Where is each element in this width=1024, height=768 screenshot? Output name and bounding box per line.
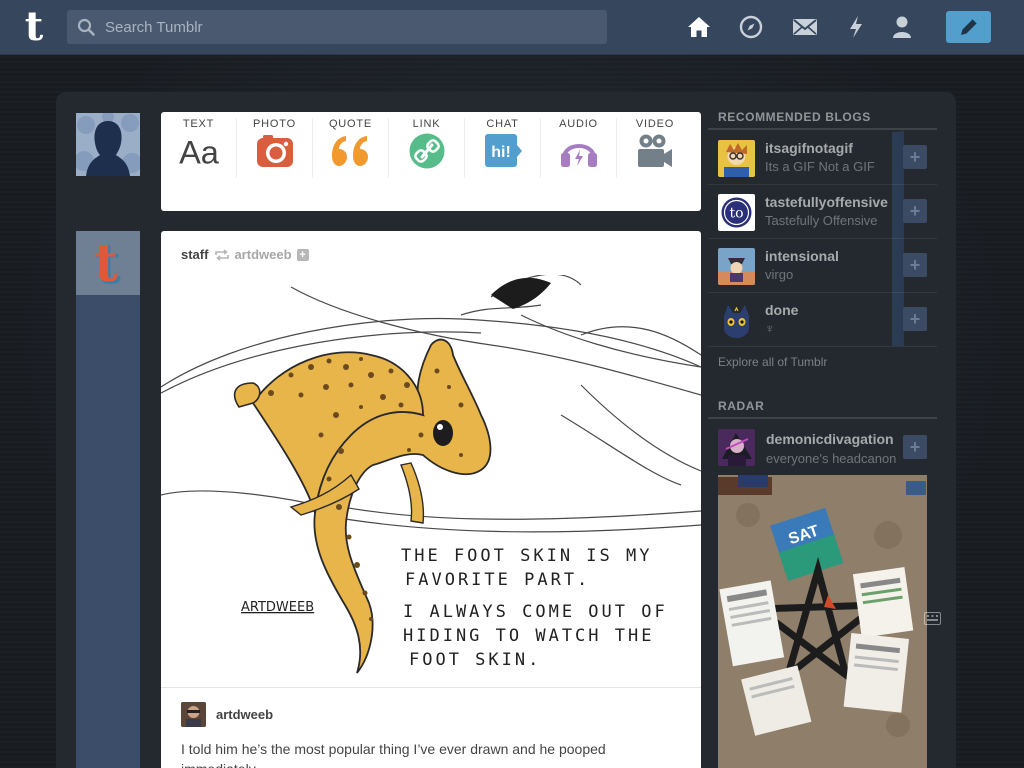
recommended-blog-item[interactable]: itsagifnotagif Its a GIF Not a GIF + — [708, 131, 937, 185]
inbox-mail-icon[interactable] — [792, 14, 818, 40]
svg-text:Aa: Aa — [179, 134, 220, 168]
camera-icon — [253, 132, 297, 170]
blog-description: Tastefully Offensive — [765, 213, 878, 228]
blog-avatar[interactable] — [718, 140, 755, 177]
post-type-label: LINK — [412, 118, 441, 130]
post-divider — [161, 687, 701, 688]
blog-name: itsagifnotagif — [765, 140, 853, 156]
post-header: staff artdweeb + — [181, 247, 309, 262]
compose-post-button[interactable] — [946, 11, 991, 43]
search-input[interactable] — [105, 18, 585, 36]
keyboard-shortcuts-icon[interactable] — [924, 612, 941, 630]
blog-avatar[interactable] — [718, 302, 755, 339]
post-type-label: PHOTO — [253, 118, 296, 130]
svg-text:t: t — [94, 235, 118, 291]
blog-avatar[interactable]: to — [718, 194, 755, 231]
recommended-blog-item[interactable]: to tastefullyoffensive Tastefully Offens… — [708, 185, 937, 239]
follow-blog-button[interactable]: + — [903, 435, 927, 459]
blog-avatar[interactable] — [718, 248, 755, 285]
staff-avatar[interactable]: t t — [76, 231, 140, 295]
radar-blog-item[interactable]: demonicdivagation everyone's headcanon + — [708, 425, 937, 471]
tumblr-logo-icon: t — [25, 6, 44, 48]
dashboard-post: staff artdweeb + THE FOOT SKIN IS MY FAV… — [161, 231, 701, 768]
account-person-icon[interactable] — [889, 14, 915, 40]
text-aa-icon: Aa — [177, 132, 221, 170]
gecko-illustration: THE FOOT SKIN IS MY FAVORITE PART. I ALW… — [161, 273, 701, 687]
activity-lightning-icon[interactable] — [843, 14, 869, 40]
sidebar-divider — [708, 128, 937, 130]
art-caption-line: HIDING TO WATCH THE — [403, 626, 654, 646]
post-type-audio-button[interactable]: AUDIO — [541, 118, 617, 178]
art-caption-line: THE FOOT SKIN IS MY — [401, 546, 652, 566]
blog-name: tastefullyoffensive — [765, 194, 888, 210]
search-box[interactable] — [67, 10, 607, 44]
reblogged-from-link[interactable]: artdweeb — [234, 247, 291, 262]
tumblr-logo[interactable]: t — [16, 6, 52, 48]
default-avatar-silhouette-icon — [76, 113, 140, 176]
search-icon — [77, 18, 95, 36]
art-signature: ARTDWEEB — [241, 600, 314, 615]
sidebar-divider — [708, 417, 937, 419]
post-photo[interactable]: THE FOOT SKIN IS MY FAVORITE PART. I ALW… — [161, 273, 701, 687]
radar-blog-name: demonicdivagation — [766, 431, 894, 447]
post-type-text-button[interactable]: TEXT Aa — [161, 118, 237, 178]
post-type-chat-button[interactable]: CHAT hi! — [465, 118, 541, 178]
my-blog-avatar[interactable] — [76, 113, 140, 176]
post-author-link[interactable]: staff — [181, 247, 208, 262]
follow-plus-button[interactable]: + — [296, 248, 309, 261]
blog-description: ♆ — [765, 321, 775, 336]
svg-text:to: to — [729, 206, 743, 222]
blog-name: intensional — [765, 248, 839, 264]
post-source: artdweeb — [181, 702, 273, 727]
explore-compass-icon[interactable] — [738, 14, 764, 40]
blog-name: done — [765, 302, 799, 318]
source-blog-link[interactable]: artdweeb — [216, 707, 273, 722]
radar-post-image[interactable]: SAT — [718, 475, 927, 768]
recommended-blog-item[interactable]: done ♆ + — [708, 293, 937, 347]
blog-description: virgo — [765, 267, 794, 282]
post-avatar-column — [76, 231, 140, 768]
follow-blog-button[interactable]: + — [903, 145, 927, 169]
radar-photo: SAT — [718, 475, 927, 768]
follow-blog-button[interactable]: + — [903, 307, 927, 331]
post-body-text: I told him he’s the most popular thing I… — [181, 741, 606, 768]
post-type-label: QUOTE — [328, 118, 373, 130]
art-caption-line: FAVORITE PART. — [405, 570, 590, 590]
video-camera-icon — [633, 132, 677, 170]
quote-icon — [329, 132, 373, 170]
staff-tumblr-logo-icon: t t — [94, 235, 121, 291]
svg-text:hi!: hi! — [491, 144, 511, 161]
radar-blog-description: everyone's headcanon — [766, 451, 897, 466]
headphones-icon — [557, 132, 601, 170]
art-caption-line: I ALWAYS COME OUT OF — [403, 602, 668, 622]
blog-description: Its a GIF Not a GIF — [765, 159, 875, 174]
pencil-icon — [960, 18, 977, 35]
post-type-link-button[interactable]: LINK — [389, 118, 465, 178]
post-type-label: CHAT — [486, 118, 519, 130]
art-caption-line: FOOT SKIN. — [409, 650, 541, 670]
recommended-blog-item[interactable]: intensional virgo + — [708, 239, 937, 293]
svg-text:t: t — [25, 6, 44, 48]
link-icon — [405, 132, 449, 170]
radar-heading: RADAR — [718, 399, 765, 413]
recommended-blogs-heading: RECOMMENDED BLOGS — [718, 110, 871, 124]
follow-blog-button[interactable]: + — [903, 253, 927, 277]
sidebar-divider — [708, 346, 937, 347]
home-icon[interactable] — [686, 14, 712, 40]
post-type-label: AUDIO — [559, 118, 598, 130]
radar-blog-avatar[interactable] — [718, 429, 755, 466]
post-type-label: TEXT — [182, 118, 215, 130]
post-type-photo-button[interactable]: PHOTO — [237, 118, 313, 178]
chat-bubble-icon: hi! — [481, 132, 525, 170]
post-type-video-button[interactable]: VIDEO — [617, 118, 693, 178]
source-avatar[interactable] — [181, 702, 206, 727]
post-type-label: VIDEO — [635, 118, 675, 130]
top-header: t — [0, 0, 1024, 55]
reblog-icon — [215, 248, 230, 261]
follow-blog-button[interactable]: + — [903, 199, 927, 223]
explore-all-link[interactable]: Explore all of Tumblr — [718, 355, 827, 369]
post-type-quote-button[interactable]: QUOTE — [313, 118, 389, 178]
post-type-bar: TEXT Aa PHOTO QUOTE LINK CHAT hi! AUDIO — [161, 112, 701, 211]
